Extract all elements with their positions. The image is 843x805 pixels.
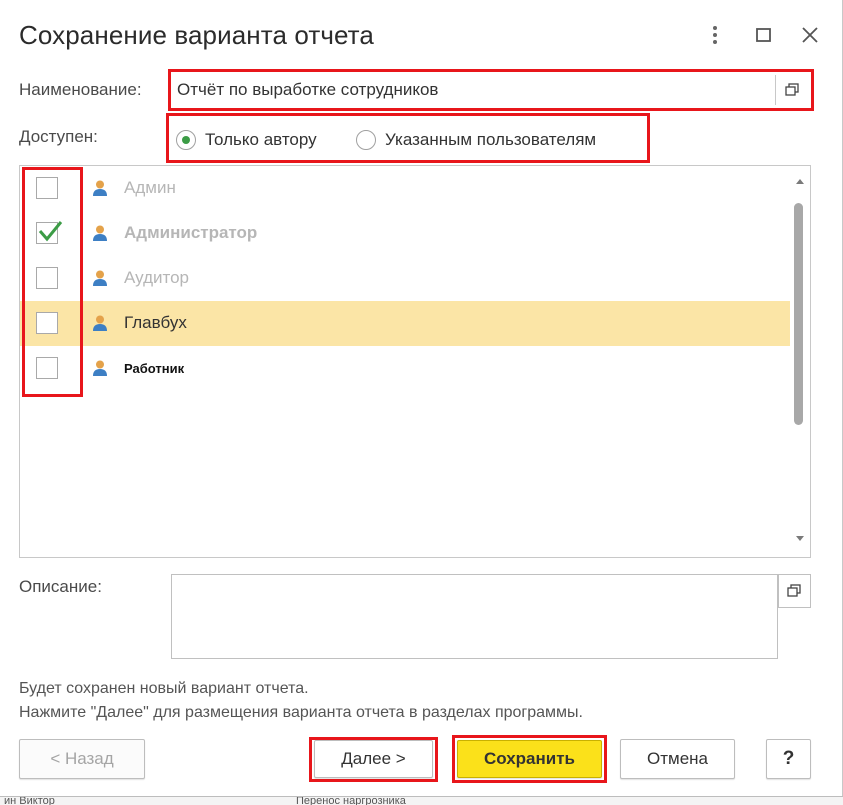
radio-specified-users-label: Указанным пользователям — [385, 130, 597, 149]
save-report-variant-dialog: Сохранение варианта отчета Наименование:… — [0, 0, 843, 796]
scroll-up-icon[interactable] — [795, 177, 805, 187]
radio-author-only-circle — [176, 130, 196, 150]
open-window-icon — [787, 584, 801, 597]
user-checkbox[interactable] — [36, 267, 58, 289]
user-icon — [93, 360, 107, 376]
name-field-frame — [168, 69, 814, 111]
info-line-2: Нажмите "Далее" для размещения варианта … — [19, 704, 583, 721]
access-label: Доступен: — [19, 127, 98, 146]
radio-author-only-label: Только автору — [205, 130, 317, 149]
user-icon — [93, 180, 107, 196]
user-checkbox[interactable] — [36, 177, 58, 199]
users-list: Админ Администратор Аудитор Главбух Рабо… — [19, 165, 811, 558]
user-icon — [93, 315, 107, 331]
radio-author-only[interactable]: Только автору — [176, 128, 317, 152]
name-label: Наименование: — [19, 80, 142, 99]
more-icon[interactable] — [700, 20, 730, 50]
close-icon[interactable] — [795, 20, 825, 50]
user-name: Аудитор — [124, 268, 190, 287]
cancel-button[interactable]: Отмена — [620, 739, 735, 779]
list-item[interactable]: Главбух — [20, 301, 790, 346]
scrollbar-thumb[interactable] — [794, 203, 803, 425]
next-button[interactable]: Далее > — [314, 740, 433, 778]
help-button[interactable]: ? — [766, 739, 811, 779]
description-input[interactable] — [171, 574, 778, 659]
user-name: Главбух — [124, 313, 187, 332]
user-name: Работник — [124, 361, 185, 376]
user-checkbox[interactable] — [36, 357, 58, 379]
list-item[interactable]: Администратор — [20, 211, 790, 256]
name-input[interactable] — [173, 74, 785, 106]
users-list-scrollbar[interactable] — [791, 171, 809, 553]
radio-specified-users[interactable]: Указанным пользователям — [356, 128, 596, 152]
open-window-icon — [785, 83, 799, 96]
dialog-title: Сохранение варианта отчета — [19, 20, 374, 50]
list-item[interactable]: Админ — [20, 166, 790, 211]
maximize-icon[interactable] — [749, 20, 779, 50]
user-icon — [93, 225, 107, 241]
open-field-button[interactable] — [775, 75, 811, 105]
description-label: Описание: — [19, 577, 102, 596]
scroll-down-icon[interactable] — [795, 533, 805, 543]
save-button[interactable]: Сохранить — [457, 740, 602, 778]
user-name: Админ — [124, 178, 176, 197]
access-radio-group: Только автору Указанным пользователям — [166, 113, 650, 163]
info-line-1: Будет сохранен новый вариант отчета. — [19, 680, 309, 697]
user-checkbox[interactable] — [36, 222, 58, 244]
radio-specified-users-circle — [356, 130, 376, 150]
back-button[interactable]: < Назад — [19, 739, 145, 779]
user-name: Администратор — [124, 223, 258, 242]
list-item[interactable]: Аудитор — [20, 256, 790, 301]
list-item[interactable]: Работник — [20, 346, 790, 391]
user-checkbox[interactable] — [36, 312, 58, 334]
user-icon — [93, 270, 107, 286]
open-description-button[interactable] — [778, 574, 811, 608]
